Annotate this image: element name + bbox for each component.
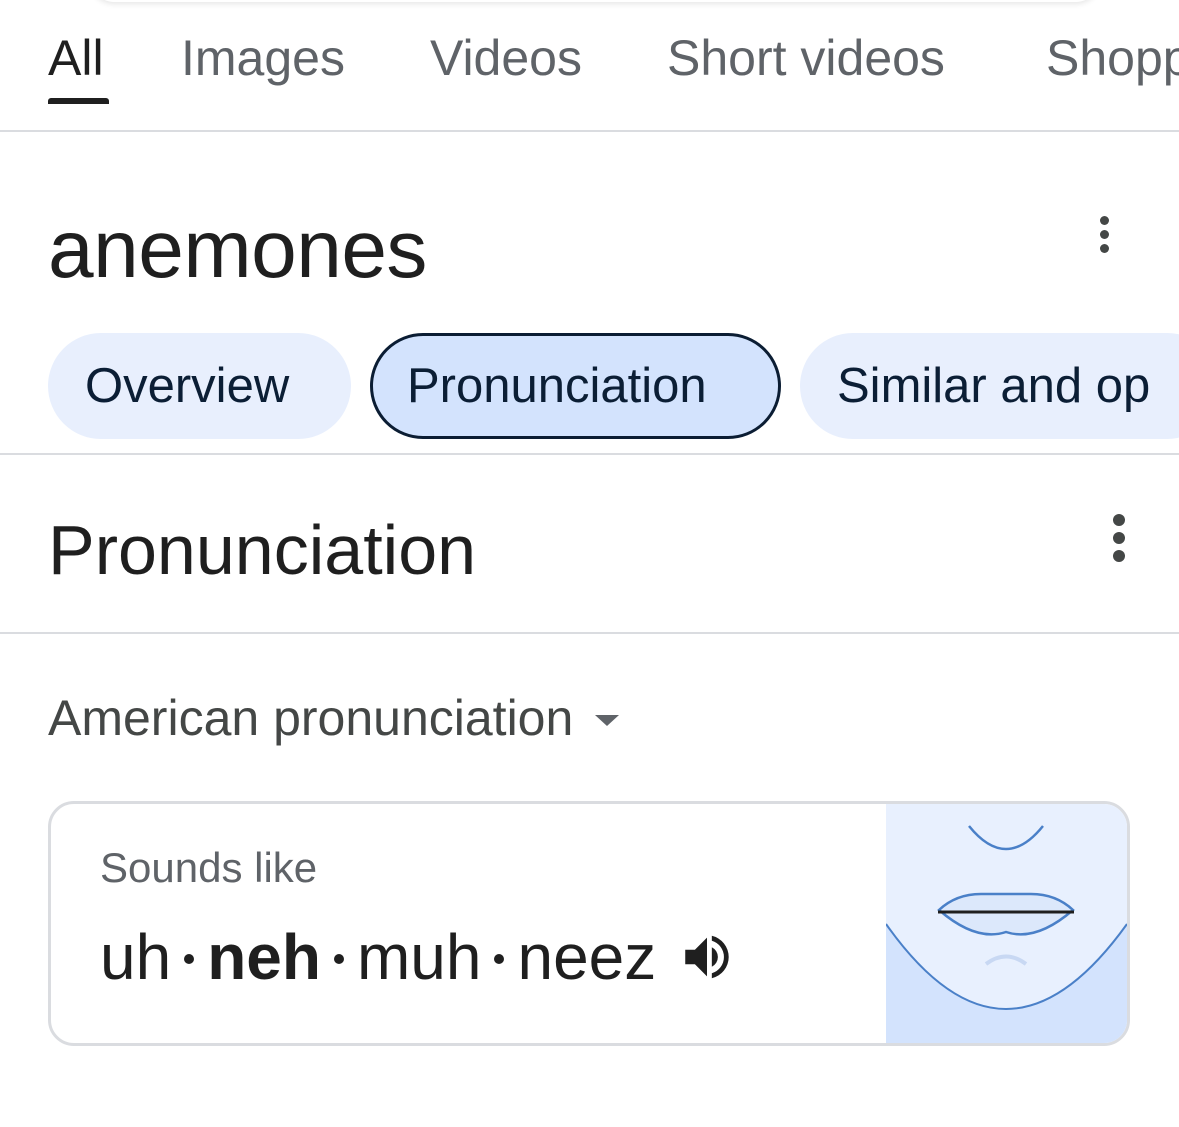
divider — [0, 453, 1179, 455]
search-tabs: All Images Videos Short videos Shopp — [0, 0, 1179, 132]
sounds-like-label: Sounds like — [100, 844, 318, 891]
pronunciation-card: Sounds like uh neh muh neez — [48, 801, 1130, 1046]
tab-images[interactable]: Images — [181, 28, 345, 88]
accent-dropdown[interactable]: American pronunciation — [48, 688, 620, 748]
page: All Images Videos Short videos Shopp ane… — [0, 0, 1179, 1127]
syllable: neez — [517, 921, 657, 993]
syllable: uh — [100, 921, 172, 993]
volume-up-icon[interactable] — [678, 928, 736, 986]
section-title: Pronunciation — [48, 511, 477, 589]
tab-all[interactable]: All — [48, 28, 104, 88]
syllable: muh — [356, 921, 482, 993]
divider — [0, 632, 1179, 634]
phonetic-spelling: uh neh muh neez — [100, 921, 736, 993]
syllable-separator — [184, 954, 195, 964]
chip-overview[interactable]: Overview — [48, 333, 351, 439]
active-tab-indicator — [48, 98, 109, 104]
syllable-separator — [333, 954, 344, 964]
tab-videos[interactable]: Videos — [430, 28, 582, 88]
mouth-illustration — [885, 804, 1127, 1043]
page-title: anemones — [48, 204, 427, 295]
chip-pronunciation[interactable]: Pronunciation — [370, 333, 781, 439]
caret-down-icon — [595, 714, 620, 726]
more-options-icon[interactable] — [1084, 206, 1124, 262]
tab-shopping[interactable]: Shopp — [1046, 28, 1179, 88]
tab-short-videos[interactable]: Short videos — [667, 28, 945, 88]
section-more-options-icon[interactable] — [1099, 510, 1139, 566]
syllable-separator — [494, 954, 505, 964]
accent-dropdown-label: American pronunciation — [48, 690, 574, 746]
chip-bar: Overview Pronunciation Similar and op — [0, 333, 1179, 441]
syllable-stressed: neh — [207, 921, 321, 993]
chip-similar-and-opposite[interactable]: Similar and op — [800, 333, 1179, 439]
